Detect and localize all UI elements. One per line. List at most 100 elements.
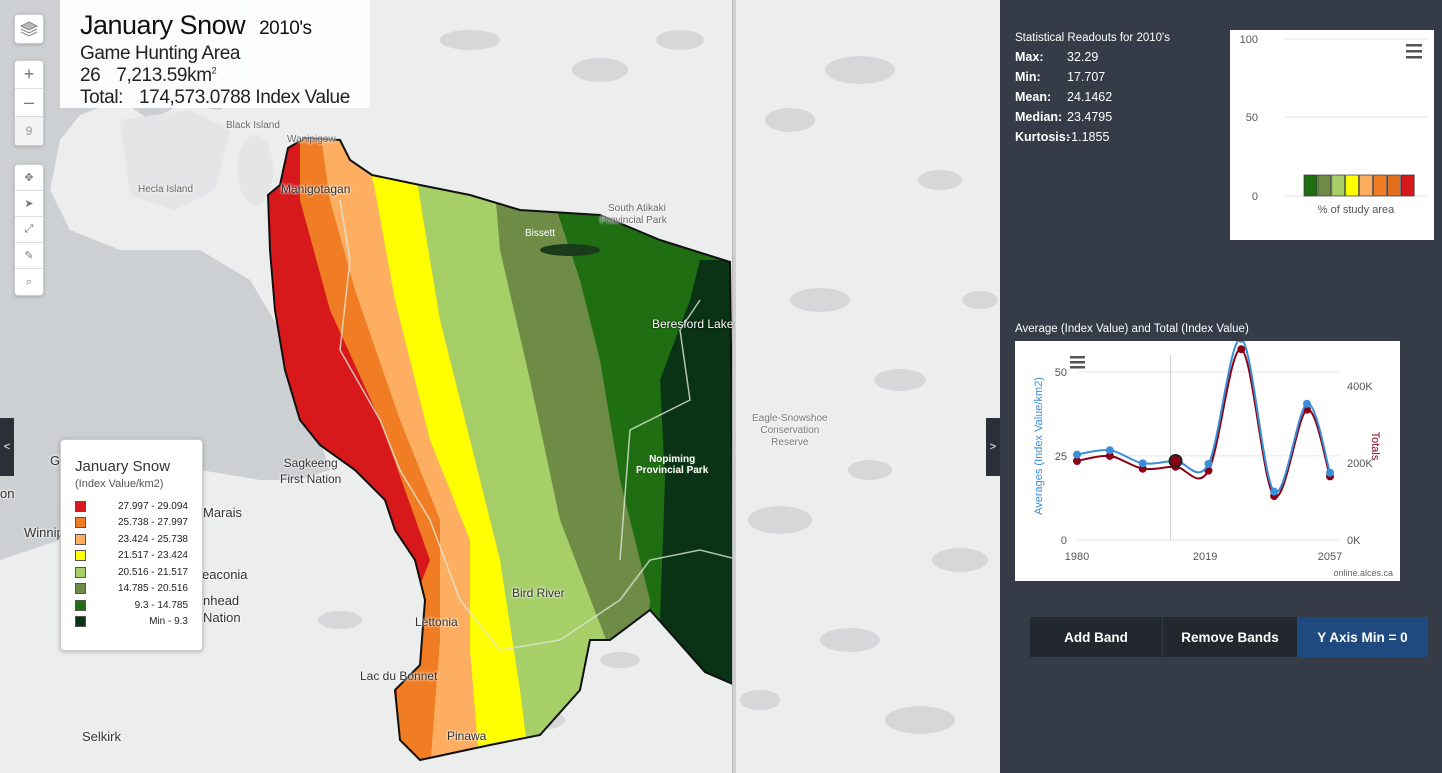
zoom-control: + – 9 — [14, 60, 44, 146]
place-label: Sagkeeng First Nation — [280, 456, 342, 486]
stat-row: Max: 32.29 — [1015, 50, 1170, 70]
hovered-point[interactable] — [1168, 453, 1183, 468]
distribution-chart[interactable]: 100 50 0 % of study area — [1230, 30, 1434, 240]
data-point[interactable] — [1204, 459, 1213, 468]
total-value: 174,573.0788 Index Value — [139, 87, 350, 108]
legend-label: 23.424 - 25.738 — [117, 533, 188, 545]
collapse-left-tab[interactable]: < — [0, 418, 14, 476]
layers-icon[interactable] — [15, 15, 43, 43]
data-point[interactable] — [1105, 446, 1114, 455]
right-tick-label: 400K — [1347, 381, 1373, 393]
legend-swatch — [75, 500, 86, 512]
band-controls: Add Band Remove Bands Y Axis Min = 0 — [1030, 617, 1428, 657]
distribution-bar[interactable] — [1387, 174, 1401, 197]
remove-bands-button[interactable]: Remove Bands — [1162, 617, 1297, 657]
legend-item: 23.424 - 25.738 — [75, 531, 188, 548]
move-icon[interactable]: ✥ — [15, 165, 43, 191]
stats-title: Statistical Readouts for 2010's — [1015, 32, 1170, 44]
stat-key: Median: — [1015, 110, 1063, 124]
y-tick-label: 100 — [1240, 34, 1258, 46]
place-label: Winnip — [24, 525, 64, 540]
stat-value: 17.707 — [1067, 70, 1106, 84]
legend-label: 9.3 - 14.785 — [134, 599, 188, 611]
stat-value: 24.1462 — [1067, 90, 1113, 104]
distribution-chart-svg: 100 50 0 % of study area — [1240, 34, 1428, 216]
right-tick-label: 0K — [1347, 535, 1361, 547]
x-tick-label: 2019 — [1193, 551, 1217, 563]
legend-item: 21.517 - 23.424 — [75, 548, 188, 565]
place-label: Provincial Park — [600, 215, 667, 226]
place-label: Marais — [203, 505, 243, 520]
layers-control[interactable] — [14, 14, 44, 44]
right-axis-label: Totals — [1369, 432, 1381, 461]
place-label: Lac du Bonnet — [360, 669, 438, 683]
stat-key: Min: — [1015, 70, 1041, 84]
stat-value: 23.4795 — [1067, 110, 1113, 124]
map-view[interactable]: Black Island Hecla Island Wanipigow Mani… — [0, 0, 1000, 773]
select-icon[interactable]: ➤ — [15, 191, 43, 217]
hamburger-icon[interactable] — [1406, 44, 1422, 59]
left-tick-label: 25 — [1055, 451, 1067, 463]
collapse-right-tab[interactable]: > — [986, 418, 1000, 476]
legend-label: 20.516 - 21.517 — [117, 566, 188, 578]
distribution-bar[interactable] — [1373, 174, 1387, 197]
stat-key: Kurtosis: — [1015, 130, 1070, 144]
zoom-in-button[interactable]: + — [15, 61, 43, 89]
search-icon[interactable]: ⌕ — [15, 269, 43, 295]
place-label: Wanipigow — [287, 134, 336, 145]
region-area: 7,213.59km2 — [116, 65, 217, 86]
statistical-readouts: Statistical Readouts for 2010's Max: 32.2… — [1015, 32, 1170, 150]
legend-label: Min - 9.3 — [149, 616, 188, 628]
timeseries-chart[interactable]: 50 25 0 400K 200K 0K 1980 2019 2057 Averages (Ind… — [1015, 334, 1400, 581]
chart-title: Average (Index Value) and Total (Index V… — [1015, 323, 1249, 335]
add-band-button[interactable]: Add Band — [1030, 617, 1162, 657]
stats-panel: Statistical Readouts for 2010's Max: 32.2… — [1000, 0, 1442, 773]
left-axis-label: Averages (Index Value/km2) — [1033, 377, 1045, 515]
hamburger-icon[interactable] — [1070, 356, 1085, 369]
legend-item: 27.997 - 29.094 — [75, 498, 188, 515]
data-point[interactable] — [1326, 468, 1334, 477]
data-point[interactable] — [1073, 450, 1081, 459]
legend-swatch — [75, 616, 86, 628]
distribution-bar[interactable] — [1359, 174, 1373, 197]
legend-subtitle: (Index Value/km2) — [75, 478, 164, 490]
stat-row: Kurtosis:-1.1855 — [1015, 130, 1170, 150]
y-axis-min-button[interactable]: Y Axis Min = 0 — [1297, 617, 1428, 657]
extent-icon[interactable]: ⤢ — [15, 217, 43, 243]
measure-icon[interactable]: ✎ — [15, 243, 43, 269]
stat-value: -1.1855 — [1067, 130, 1110, 144]
legend-item: 14.785 - 20.516 — [75, 581, 188, 598]
zoom-level: 9 — [15, 117, 43, 145]
place-label: Selkirk — [82, 729, 122, 744]
legend-item: 25.738 - 27.997 — [75, 515, 188, 532]
legend-item: 9.3 - 14.785 — [75, 597, 188, 614]
legend-swatch — [75, 583, 86, 595]
zoom-out-button[interactable]: – — [15, 89, 43, 117]
left-tick-label: 50 — [1055, 367, 1067, 379]
timeseries-chart-svg: 50250400K200K0K1980 2019 2057Averages (Ind… — [1033, 334, 1393, 578]
distribution-bar[interactable] — [1331, 174, 1346, 197]
distribution-bar[interactable] — [1303, 174, 1318, 197]
x-tick-label: 2057 — [1318, 551, 1342, 563]
swipe-divider[interactable] — [732, 0, 736, 773]
distribution-bar[interactable] — [1345, 174, 1359, 197]
distribution-bar[interactable] — [1400, 174, 1415, 197]
data-point[interactable] — [1138, 459, 1147, 468]
data-point[interactable] — [1270, 487, 1279, 496]
legend-swatch — [75, 550, 86, 562]
place-label: Hecla Island — [138, 184, 194, 195]
place-label: eaconia — [202, 567, 248, 582]
data-point[interactable] — [1237, 345, 1246, 354]
legend-title: January Snow — [75, 458, 171, 475]
stat-row: Min: 17.707 — [1015, 70, 1170, 90]
x-tick-label: 1980 — [1065, 551, 1089, 563]
y-tick-label: 50 — [1246, 112, 1258, 124]
data-point[interactable] — [1303, 399, 1311, 408]
decade-label: 2010's — [259, 18, 312, 39]
distribution-bar[interactable] — [1317, 174, 1332, 197]
y-tick-label: 0 — [1252, 191, 1258, 203]
place-label: Black Island — [226, 120, 280, 131]
legend-swatch — [75, 599, 86, 611]
legend-swatch — [75, 533, 86, 545]
legend-swatch — [75, 566, 86, 578]
